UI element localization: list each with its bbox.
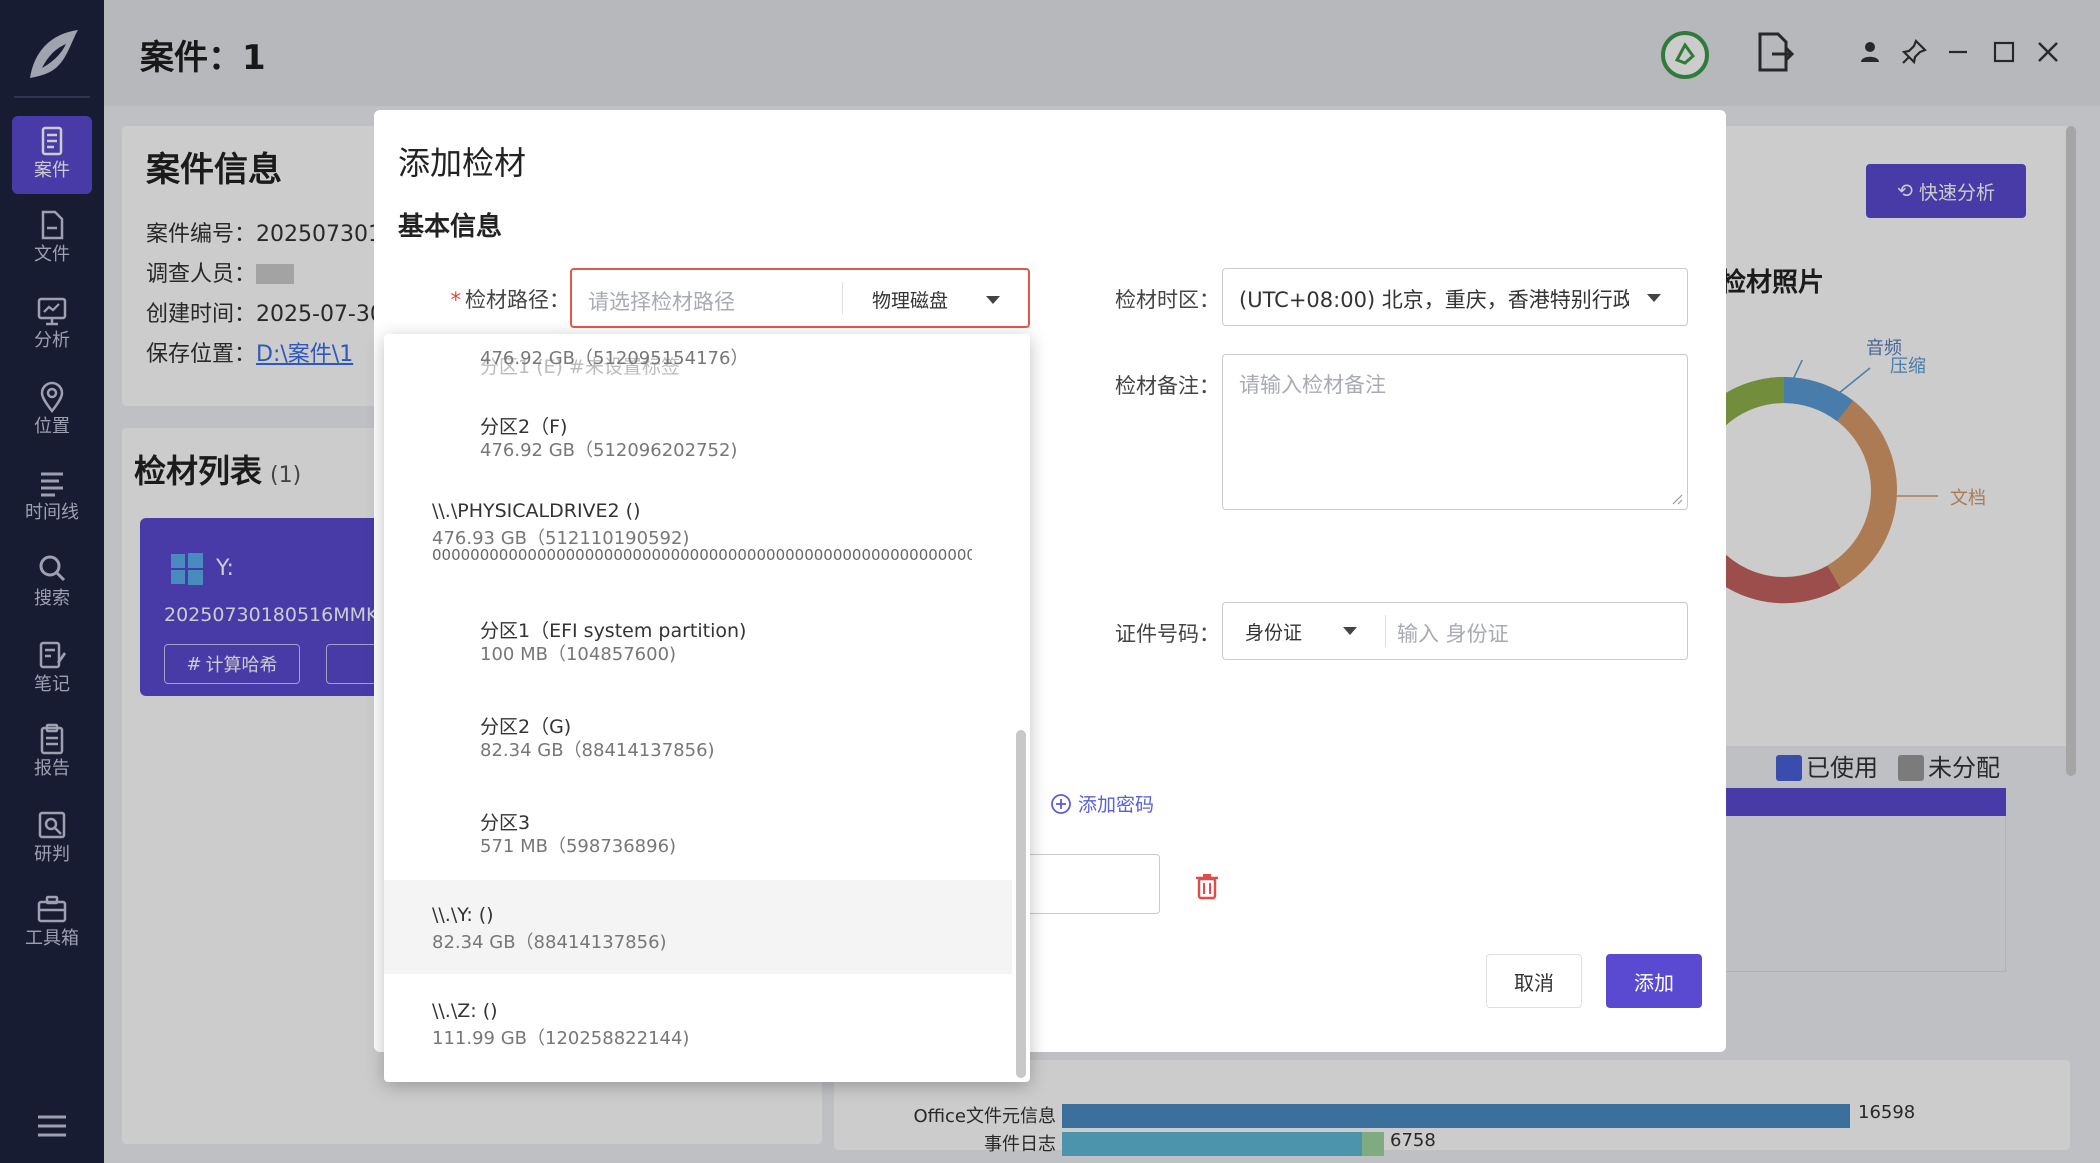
chevron-down-icon[interactable] bbox=[1343, 627, 1357, 635]
dropdown-item-size: 100 MB（104857600) bbox=[480, 644, 677, 665]
dropdown-item-size: 111.99 GB（120258822144) bbox=[432, 1028, 690, 1049]
add-password-label: 添加密码 bbox=[1078, 794, 1155, 816]
chevron-down-icon[interactable] bbox=[1647, 294, 1661, 302]
delete-icon[interactable] bbox=[1194, 872, 1220, 900]
id-separator bbox=[1385, 615, 1386, 647]
timezone-select[interactable]: (UTC+08:00) 北京，重庆，香港特别行政区 bbox=[1222, 268, 1688, 326]
dropdown-item-name: \\.\Z: () bbox=[432, 1000, 498, 1022]
dropdown-item-name: 分区1（EFI system partition) bbox=[480, 620, 747, 642]
dropdown-item-size: 82.34 GB（88414137856) bbox=[432, 932, 667, 953]
dropdown-item[interactable]: 分区2（F) 476.92 GB（512096202752) bbox=[384, 388, 1012, 482]
dropdown-item[interactable]: 分区2（G) 82.34 GB（88414137856) bbox=[384, 688, 1012, 782]
dropdown-item[interactable]: \\.\PHYSICALDRIVE2 () 476.93 GB（51211019… bbox=[384, 482, 1012, 592]
evidence-path-dropdown[interactable]: 分区1 (E) #未设置标签 476.92 GB（512095154176） 分… bbox=[384, 334, 1030, 1082]
id-number-input[interactable]: 身份证 输入 身份证 bbox=[1222, 602, 1688, 660]
dropdown-item-size: 571 MB（598736896) bbox=[480, 836, 677, 857]
dropdown-item-name: \\.\Y: () bbox=[432, 904, 494, 926]
plus-circle-icon bbox=[1051, 793, 1071, 814]
dropdown-item-size: 476.92 GB（512096202752) bbox=[480, 440, 738, 461]
dropdown-item-hovered[interactable]: \\.\Y: () 82.34 GB（88414137856) bbox=[384, 880, 1012, 974]
dropdown-item-name: 分区2（G) bbox=[480, 716, 572, 738]
required-mark: * bbox=[450, 288, 462, 312]
timezone-label: 检材时区： bbox=[1115, 288, 1220, 312]
id-number-label: 证件号码： bbox=[1115, 622, 1220, 646]
chevron-down-icon[interactable] bbox=[986, 296, 1000, 304]
id-type-select[interactable]: 身份证 bbox=[1245, 618, 1302, 645]
resize-handle-icon[interactable] bbox=[1671, 493, 1683, 505]
dropdown-item[interactable]: 分区1 (E) #未设置标签 476.92 GB（512095154176） bbox=[384, 334, 1012, 388]
dropdown-item-name: \\.\PHYSICALDRIVE2 () bbox=[432, 500, 641, 522]
note-label: 检材备注： bbox=[1115, 374, 1220, 398]
path-label-text: 检材路径： bbox=[465, 288, 570, 312]
basic-info-heading: 基本信息 bbox=[398, 212, 503, 242]
dropdown-item[interactable]: \\.\Z: () 111.99 GB（120258822144) bbox=[384, 976, 1012, 1070]
dropdown-item[interactable]: 分区3 571 MB（598736896) bbox=[384, 784, 1012, 878]
dropdown-item-size: 82.34 GB（88414137856) bbox=[480, 740, 715, 761]
dropdown-item[interactable]: 分区1（EFI system partition) 100 MB（1048576… bbox=[384, 592, 1012, 686]
dropdown-item-extra: 0000000000000000000000000000000000000000… bbox=[432, 546, 972, 564]
path-type-select[interactable]: 物理磁盘 bbox=[872, 286, 948, 313]
path-placeholder: 请选择检材路径 bbox=[588, 290, 735, 314]
id-placeholder: 输入 身份证 bbox=[1397, 622, 1509, 646]
dialog-title: 添加检材 bbox=[398, 144, 527, 182]
evidence-note-textarea[interactable]: 请输入检材备注 bbox=[1222, 354, 1688, 510]
dropdown-item-size: 476.92 GB（512095154176） bbox=[480, 348, 749, 369]
dropdown-item-name: 分区2（F) bbox=[480, 416, 568, 438]
evidence-path-input[interactable]: 请选择检材路径 物理磁盘 bbox=[570, 268, 1030, 328]
timezone-value: (UTC+08:00) 北京，重庆，香港特别行政区 bbox=[1239, 288, 1629, 312]
add-password-link[interactable]: 添加密码 bbox=[1050, 790, 1154, 817]
dropdown-item-name: 分区3 bbox=[480, 812, 531, 834]
cancel-button[interactable]: 取消 bbox=[1486, 954, 1582, 1008]
dropdown-scrollbar[interactable] bbox=[1016, 730, 1026, 1078]
add-button[interactable]: 添加 bbox=[1606, 954, 1702, 1008]
path-label: * 检材路径： bbox=[420, 284, 571, 314]
note-placeholder: 请输入检材备注 bbox=[1239, 373, 1386, 397]
path-separator bbox=[842, 282, 843, 314]
